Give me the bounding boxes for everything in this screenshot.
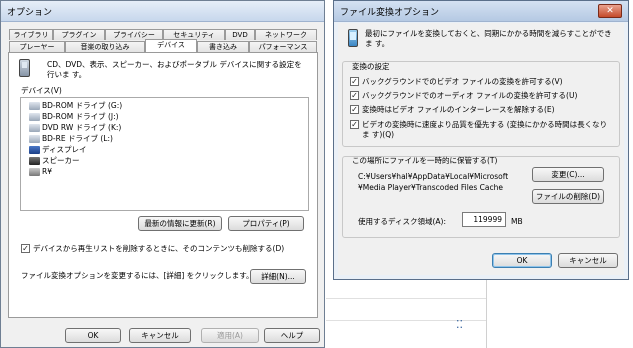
advanced-button[interactable]: 詳細(N)... (250, 269, 306, 284)
drive-icon (29, 124, 40, 132)
layout-icon[interactable]: ⁚⁚ (456, 318, 463, 331)
allow-video-conversion-checkbox[interactable]: ✓ (350, 77, 359, 86)
disk-space-unit: MB (511, 217, 523, 226)
device-list-item[interactable]: BD-ROM ドライブ (G:) (29, 100, 122, 111)
device-list-item[interactable]: BD-RE ドライブ (L:) (29, 133, 122, 144)
device-list-item[interactable]: DVD RW ドライブ (K:) (29, 122, 122, 133)
tab-network[interactable]: ネットワーク (255, 29, 317, 40)
tab-plugins[interactable]: プラグイン (53, 29, 105, 40)
allow-audio-conversion-label: バックグラウンドでのオーディオ ファイルの変換を許可する(U) (362, 91, 578, 100)
ok-button[interactable]: OK (65, 328, 121, 343)
tab-burn[interactable]: 書き込み (197, 41, 249, 52)
options-titlebar: オプション (1, 1, 324, 22)
portable-device-icon (19, 59, 30, 77)
quality-over-speed-checkbox[interactable]: ✓ (350, 120, 359, 129)
background-app-area: ⁚⁚ (326, 278, 633, 348)
deinterlace-checkbox[interactable]: ✓ (350, 105, 359, 114)
drive-icon (29, 135, 40, 143)
tab-devices[interactable]: デバイス (145, 39, 197, 52)
device-name: BD-RE ドライブ (L:) (42, 134, 113, 143)
options-window: オプション ライブラリ プラグイン プライバシー セキュリティ DVD ネットワ… (0, 0, 325, 348)
allow-video-conversion-label: バックグラウンドでのビデオ ファイルの変換を許可する(V) (362, 77, 563, 86)
disk-space-label: 使用するディスク領域(A): (358, 217, 446, 226)
device-list-item[interactable]: スピーカー (29, 155, 122, 166)
conversion-description: 最初にファイルを変換しておくと、同期にかかる時間を減らすことができま す。 (365, 29, 612, 48)
sync-device-icon (348, 29, 358, 47)
disk-space-input[interactable]: 119999 (462, 212, 506, 227)
cancel-button[interactable]: キャンセル (129, 328, 191, 343)
device-name: BD-ROM ドライブ (G:) (42, 101, 123, 110)
refresh-button[interactable]: 最新の情報に更新(R) (138, 216, 222, 231)
device-rows: BD-ROM ドライブ (G:) BD-ROM ドライブ (J:) DVD RW ド… (29, 100, 122, 177)
display-icon (29, 146, 40, 154)
temp-location-label: この場所にファイルを一時的に保管する(T) (352, 156, 498, 165)
options-window-title: オプション (7, 8, 53, 18)
drive-icon (29, 113, 40, 121)
conversion-cancel-button[interactable]: キャンセル (558, 253, 618, 268)
apply-button[interactable]: 適用(A) (201, 328, 259, 343)
conversion-ok-button[interactable]: OK (492, 253, 552, 268)
device-list-item[interactable]: BD-ROM ドライブ (J:) (29, 111, 122, 122)
background-divider (486, 278, 487, 348)
device-name: DVD RW ドライブ (K:) (42, 123, 122, 132)
allow-audio-conversion-checkbox[interactable]: ✓ (350, 91, 359, 100)
background-divider-2 (326, 298, 486, 299)
device-list[interactable]: BD-ROM ドライブ (G:) BD-ROM ドライブ (J:) DVD RW ド… (20, 97, 309, 211)
device-name: ディスプレイ (42, 145, 87, 154)
close-icon[interactable]: ✕ (598, 4, 622, 18)
delete-contents-checkbox[interactable]: ✓ (21, 244, 30, 253)
device-list-item[interactable]: R¥ (29, 166, 122, 177)
delete-files-button[interactable]: ファイルの削除(D) (532, 189, 604, 204)
speaker-icon (29, 157, 40, 165)
delete-contents-label: デバイスから再生リストを削除するときに、そのコンテンツも削除する(D) (33, 244, 285, 253)
quality-over-speed-label: ビデオの変換時に速度より品質を優先する (変換にかかる時間は長くなりま す)(Q… (362, 120, 608, 139)
cache-path-line-2: ¥Media Player¥Transcoded Files Cache (358, 183, 504, 192)
devices-label: デバイス(V) (21, 86, 62, 95)
properties-button[interactable]: プロパティ(P) (228, 216, 304, 231)
conversion-dialog-title: ファイル変換オプション (340, 8, 440, 18)
device-name: BD-ROM ドライブ (J:) (42, 112, 119, 121)
portable-device-icon (29, 168, 40, 176)
conversion-titlebar: ファイル変換オプション ✕ (334, 1, 628, 22)
device-name: R¥ (42, 167, 52, 176)
tab-player[interactable]: プレーヤー (9, 41, 65, 52)
drive-icon (29, 102, 40, 110)
deinterlace-label: 変換時はビデオ ファイルのインターレースを解除する(E) (362, 105, 555, 114)
conversion-settings-label: 変換の設定 (352, 62, 390, 71)
device-name: スピーカー (42, 156, 80, 165)
device-list-item[interactable]: ディスプレイ (29, 144, 122, 155)
tab-performance[interactable]: パフォーマンス (249, 41, 317, 52)
tab-rip-music[interactable]: 音楽の取り込み (65, 41, 145, 52)
change-location-button[interactable]: 変更(C)... (532, 167, 604, 182)
help-button[interactable]: ヘルプ (264, 328, 320, 343)
transcode-instructions: ファイル変換オプションを変更するには、[詳細] をクリックします。 (21, 271, 254, 280)
tab-dvd[interactable]: DVD (225, 29, 255, 40)
file-conversion-dialog: ファイル変換オプション ✕ 最初にファイルを変換しておくと、同期にかかる時間を減… (333, 0, 629, 280)
cache-path-line-1: C:¥Users¥hal¥AppData¥Local¥Microsoft (358, 172, 509, 181)
tab-library[interactable]: ライブラリ (9, 29, 53, 40)
devices-description: CD、DVD、表示、スピーカー、およびポータブル デバイスに関する設定を行いま … (47, 60, 302, 79)
